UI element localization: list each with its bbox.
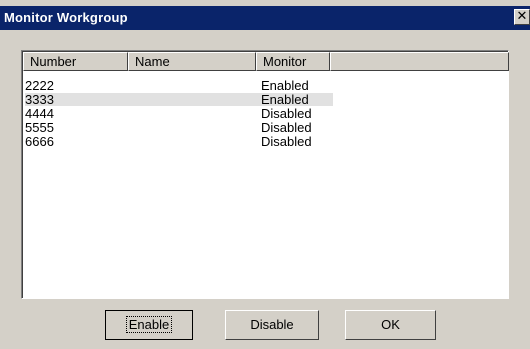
- monitor-workgroup-dialog: Monitor Workgroup ✕ Number Name Monitor …: [0, 0, 530, 349]
- cell-monitor: Enabled: [261, 92, 309, 107]
- column-header-name[interactable]: Name: [128, 52, 256, 71]
- close-icon[interactable]: ✕: [514, 9, 530, 25]
- cell-number: 4444: [25, 106, 54, 121]
- column-header-empty[interactable]: [330, 52, 509, 71]
- cell-monitor: Disabled: [261, 120, 312, 135]
- column-header-monitor[interactable]: Monitor: [256, 52, 330, 71]
- cell-number: 2222: [25, 78, 54, 93]
- window-title: Monitor Workgroup: [4, 10, 128, 25]
- enable-button[interactable]: Enable: [105, 310, 193, 340]
- cell-number: 3333: [25, 92, 54, 107]
- cell-monitor: Disabled: [261, 134, 312, 149]
- cell-monitor: Enabled: [261, 78, 309, 93]
- cell-monitor: Disabled: [261, 106, 312, 121]
- table-row[interactable]: 5555 Disabled: [25, 121, 333, 134]
- cell-number: 6666: [25, 134, 54, 149]
- enable-button-label: Enable: [125, 316, 173, 333]
- table-row[interactable]: 3333 Enabled: [25, 93, 333, 106]
- ok-button[interactable]: OK: [345, 310, 436, 340]
- cell-number: 5555: [25, 120, 54, 135]
- table-row[interactable]: 6666 Disabled: [25, 135, 333, 148]
- table-row[interactable]: 2222 Enabled: [25, 79, 333, 92]
- column-header-number[interactable]: Number: [23, 52, 128, 71]
- workgroup-list[interactable]: Number Name Monitor 2222 Enabled 3333 En…: [21, 50, 509, 299]
- disable-button[interactable]: Disable: [225, 310, 319, 340]
- list-header: Number Name Monitor: [23, 52, 509, 71]
- title-bar: Monitor Workgroup ✕: [0, 6, 530, 30]
- table-row[interactable]: 4444 Disabled: [25, 107, 333, 120]
